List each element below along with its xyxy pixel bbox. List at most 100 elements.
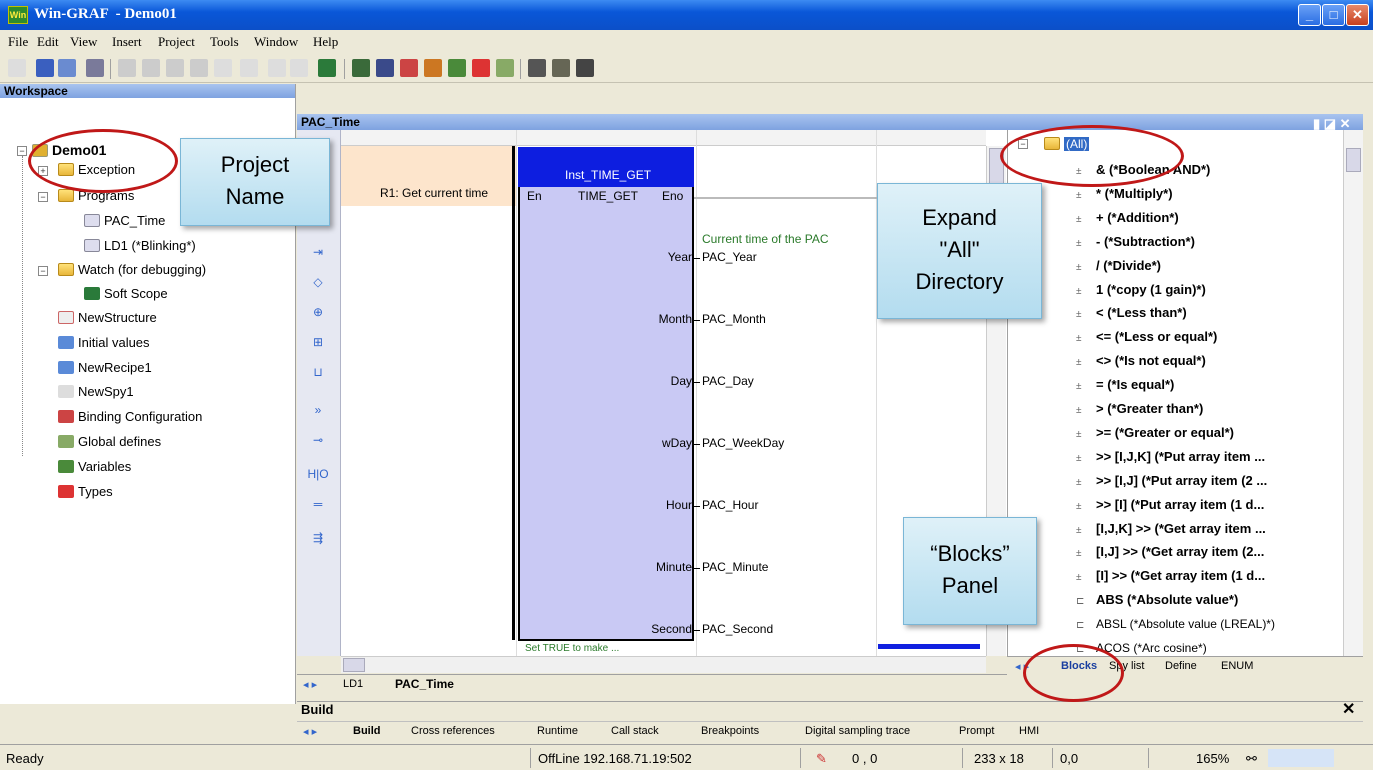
menu-edit[interactable]: Edit [37,34,59,50]
horizontal-line-icon[interactable]: ═ [306,494,330,514]
save-all-icon[interactable] [58,59,76,77]
block-item[interactable]: ± + (*Addition*) [1076,208,1179,228]
menu-window[interactable]: Window [254,34,298,50]
undo-icon[interactable] [268,59,286,77]
tab-define[interactable]: Define [1165,660,1197,672]
editor-hscroll[interactable] [341,656,986,673]
block-item[interactable]: ± [I,J,K] >> (*Get array item ... [1076,519,1266,539]
block-item[interactable]: ± / (*Divide*) [1076,256,1161,276]
collapse-icon[interactable]: − [17,146,27,156]
redo-icon[interactable] [290,59,308,77]
tree-global-defines[interactable]: Global defines [58,432,161,452]
binoculars-icon[interactable]: ⚯ [1246,751,1257,767]
tree-new-recipe[interactable]: NewRecipe1 [58,358,152,378]
output-variable[interactable]: PAC_Month [702,312,766,326]
types-icon[interactable] [472,59,490,77]
copy-icon[interactable] [142,59,160,77]
tab-cross-references[interactable]: Cross references [411,725,495,737]
block-item[interactable]: ⊏ ABS (*Absolute value*) [1076,590,1238,610]
menu-view[interactable]: View [70,34,97,50]
block-item[interactable]: ± <> (*Is not equal*) [1076,351,1206,371]
download-icon[interactable] [552,59,570,77]
block-item[interactable]: ± [I,J] >> (*Get array item (2... [1076,542,1264,562]
collapse-icon[interactable]: − [38,266,48,276]
output-variable[interactable]: PAC_Second [702,622,773,636]
tree-soft-scope[interactable]: Soft Scope [84,284,168,304]
print-icon[interactable] [86,59,104,77]
blocks-vscroll[interactable] [1343,130,1363,656]
menu-tools[interactable]: Tools [210,34,239,50]
tab-prompt[interactable]: Prompt [959,725,994,737]
home-icon[interactable] [448,59,466,77]
block-item[interactable]: ± >> [I,J,K] (*Put array item ... [1076,447,1265,467]
output-variable[interactable]: PAC_WeekDay [702,436,784,450]
block-item[interactable]: ± > (*Greater than*) [1076,399,1203,419]
tab-pac-time[interactable]: PAC_Time [395,677,454,691]
branch-icon[interactable]: ⊞ [306,332,330,352]
tab-scroll-arrows[interactable]: ◂ ▸ [303,725,317,738]
block-item[interactable]: ±1 (*copy (1 gain)*) [1076,280,1206,300]
menu-project[interactable]: Project [158,34,195,50]
menu-insert[interactable]: Insert [112,34,142,50]
close-icon[interactable]: ✕ [1342,702,1355,718]
tab-call-stack[interactable]: Call stack [611,725,659,737]
tree-watch[interactable]: Watch (for debugging) [58,260,206,280]
output-variable[interactable]: PAC_Year [702,250,757,264]
open-icon[interactable] [8,59,26,77]
tree-program-pac-time[interactable]: PAC_Time [84,211,165,231]
cut-icon[interactable] [118,59,136,77]
output-variable[interactable]: PAC_Day [702,374,754,388]
block-item[interactable]: ± < (*Less than*) [1076,303,1187,323]
tree-initial-values[interactable]: Initial values [58,333,150,353]
tab-ld1[interactable]: LD1 [343,678,363,690]
minimize-button[interactable]: _ [1298,4,1321,26]
block-item[interactable]: ± - (*Subtraction*) [1076,232,1195,252]
output-variable[interactable]: PAC_Hour [702,498,758,512]
grid-icon[interactable] [352,59,370,77]
find-icon[interactable] [214,59,232,77]
gear-icon[interactable] [424,59,442,77]
tree-program-ld1[interactable]: LD1 (*Blinking*) [84,236,196,256]
network-icon[interactable] [376,59,394,77]
block-item[interactable]: ± >> [I,J] (*Put array item (2 ... [1076,471,1267,491]
block-item[interactable]: ± = (*Is equal*) [1076,375,1174,395]
block-icon[interactable]: ⊕ [306,302,330,322]
block-item[interactable]: ± >= (*Greater or equal*) [1076,423,1234,443]
tree-variables[interactable]: Variables [58,457,131,477]
close-button[interactable]: ✕ [1346,4,1369,26]
block-item[interactable]: ± <= (*Less or equal*) [1076,327,1217,347]
tab-digital-sampling[interactable]: Digital sampling trace [805,725,910,737]
delete-icon[interactable] [190,59,208,77]
vertical-line-icon[interactable]: ⇶ [306,528,330,548]
menu-help[interactable]: Help [313,34,338,50]
select-icon[interactable] [240,59,258,77]
global-defines-icon[interactable] [496,59,514,77]
tree-types[interactable]: Types [58,482,113,502]
parallel-icon[interactable]: ⊔ [306,362,330,382]
contact-open-icon[interactable]: H|O [306,464,330,484]
tree-new-structure[interactable]: NewStructure [58,308,157,328]
coil-icon[interactable]: ◇ [306,272,330,292]
tree-new-spy[interactable]: NewSpy1 [58,382,134,402]
block-item[interactable]: ± [I] >> (*Get array item (1 d... [1076,566,1265,586]
tab-runtime[interactable]: Runtime [537,725,578,737]
build-icon[interactable] [318,59,336,77]
maximize-button[interactable]: □ [1322,4,1345,26]
return-icon[interactable]: ⊸ [306,430,330,450]
tree-binding[interactable]: Binding Configuration [58,407,202,427]
block-item[interactable]: ⊏ ABSL (*Absolute value (LREAL)*) [1076,614,1275,634]
tab-breakpoints[interactable]: Breakpoints [701,725,759,737]
window-icon[interactable] [528,59,546,77]
tab-scroll-arrows[interactable]: ◂ ▸ [303,678,317,691]
collapse-icon[interactable]: − [38,192,48,202]
output-variable[interactable]: PAC_Minute [702,560,768,574]
contact-icon[interactable]: ⇥ [306,242,330,262]
jump-icon[interactable]: » [306,400,330,420]
menu-file[interactable]: File [8,34,28,50]
binding-icon[interactable] [400,59,418,77]
block-item[interactable]: ± >> [I] (*Put array item (1 d... [1076,495,1264,515]
tab-enum[interactable]: ENUM [1221,660,1253,672]
tab-hmi[interactable]: HMI [1019,725,1039,737]
tab-build[interactable]: Build [353,725,381,737]
save-icon[interactable] [36,59,54,77]
